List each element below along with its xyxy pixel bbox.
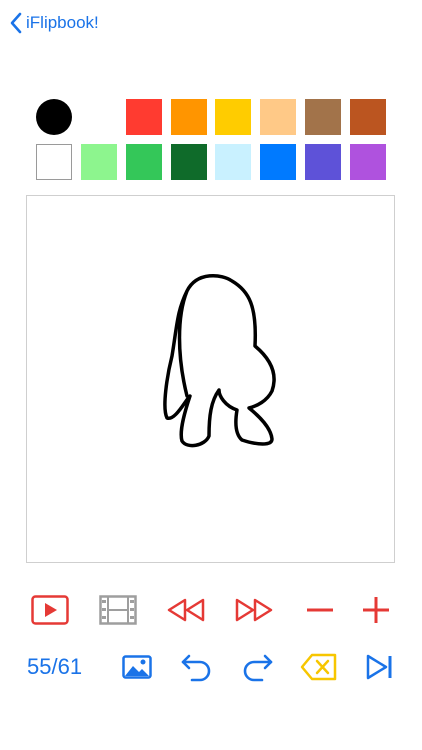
frame-counter: 55/61 [27,654,83,679]
remove-frame-button[interactable] [300,592,340,628]
color-swatch[interactable] [171,144,207,180]
drawing-canvas[interactable] [26,195,395,563]
sketch-drawing [163,274,276,448]
image-icon [122,655,152,679]
play-icon [31,595,69,625]
add-frame-button[interactable] [356,592,396,628]
rewind-icon [167,598,205,622]
color-swatch[interactable] [260,144,296,180]
play-button[interactable] [30,592,70,628]
chevron-left-icon [10,12,22,34]
rewind-button[interactable] [166,592,206,628]
color-swatch[interactable] [305,144,341,180]
skip-to-end-button[interactable] [360,649,400,685]
clear-frame-button[interactable] [299,649,339,685]
color-swatch[interactable] [171,99,207,135]
color-swatch[interactable] [260,99,296,135]
color-swatch[interactable] [350,144,386,180]
color-swatch[interactable] [305,99,341,135]
delete-icon [300,653,337,681]
undo-icon [181,654,211,682]
film-strip-button[interactable] [98,592,138,628]
color-swatch[interactable] [350,99,386,135]
fast-forward-button[interactable] [234,592,274,628]
color-swatch[interactable] [81,144,117,180]
minus-icon [307,608,333,612]
selected-color-swatch[interactable] [36,99,72,135]
film-strip-icon [99,595,137,625]
skip-to-end-icon [366,654,392,680]
undo-button[interactable] [177,649,217,685]
redo-button[interactable] [237,649,277,685]
color-swatch[interactable] [215,144,251,180]
back-button[interactable]: iFlipbook! [10,10,99,36]
color-swatch[interactable] [126,144,162,180]
back-label: iFlipbook! [26,13,99,32]
fast-forward-icon [235,598,273,622]
color-swatch[interactable] [126,99,162,135]
redo-icon [243,654,273,682]
color-swatch[interactable] [36,144,72,180]
color-swatch[interactable] [215,99,251,135]
image-button[interactable] [117,649,157,685]
plus-icon [363,597,389,623]
